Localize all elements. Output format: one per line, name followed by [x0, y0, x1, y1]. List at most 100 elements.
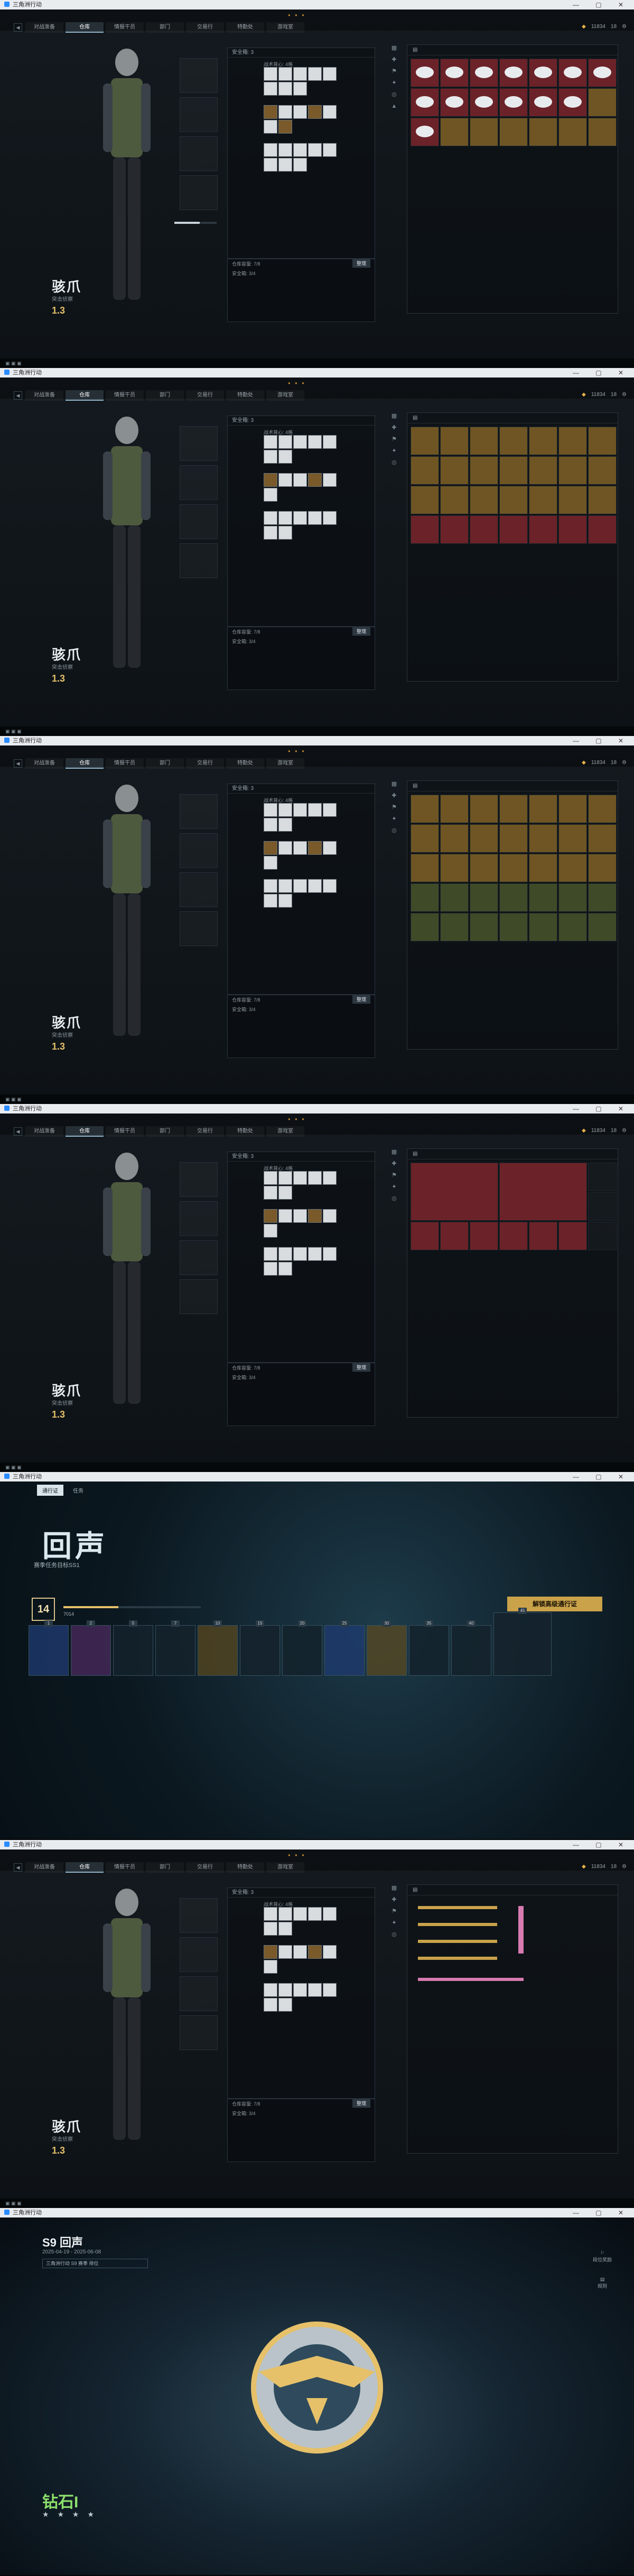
- item-cell[interactable]: [323, 1209, 337, 1223]
- filter-icon[interactable]: ⚑: [389, 1169, 399, 1181]
- item-cell[interactable]: [264, 818, 277, 832]
- item-cell[interactable]: [308, 1171, 322, 1185]
- storage-item[interactable]: [411, 795, 439, 823]
- storage-item[interactable]: [588, 456, 617, 485]
- window-controls[interactable]: — ▢ ✕: [573, 0, 631, 10]
- reward-item[interactable]: 20: [282, 1620, 322, 1676]
- sort-button[interactable]: 整理: [352, 259, 370, 268]
- reward-item[interactable]: 40: [451, 1620, 491, 1676]
- item-cell[interactable]: [278, 803, 292, 817]
- settings-icon[interactable]: ⚙: [622, 760, 627, 766]
- reward-item[interactable]: 35: [409, 1620, 449, 1676]
- storage-item[interactable]: [558, 854, 587, 882]
- storage-item[interactable]: [588, 59, 617, 87]
- storage-item[interactable]: [529, 88, 557, 117]
- tab-gameroom[interactable]: 游戏室: [266, 22, 304, 33]
- storage-item[interactable]: [529, 515, 557, 544]
- storage-item[interactable]: [440, 427, 469, 455]
- item-cell[interactable]: [264, 879, 277, 893]
- item-cell[interactable]: [278, 435, 292, 449]
- item-cell[interactable]: [278, 894, 292, 908]
- tab-gameroom[interactable]: 游戏室: [266, 758, 304, 769]
- storage-item[interactable]: [470, 88, 498, 117]
- item-cell[interactable]: [278, 450, 292, 464]
- item-cell[interactable]: [264, 1983, 277, 1997]
- filter-icon[interactable]: ✦: [389, 445, 399, 457]
- storage-item[interactable]: [588, 427, 617, 455]
- storage-item[interactable]: [470, 824, 498, 853]
- tab-gameroom[interactable]: 游戏室: [266, 1126, 304, 1137]
- storage-item[interactable]: [588, 1163, 617, 1191]
- filter-icon[interactable]: ◎: [389, 825, 399, 836]
- filter-icon[interactable]: ⚑: [389, 65, 399, 77]
- gear-slot[interactable]: [180, 2015, 218, 2050]
- storage-item[interactable]: [588, 1192, 617, 1221]
- settings-icon[interactable]: ⚙: [622, 24, 627, 30]
- storage-item[interactable]: [558, 59, 587, 87]
- item-cell[interactable]: [264, 526, 277, 540]
- reward-item[interactable]: 15: [240, 1620, 280, 1676]
- storage-item[interactable]: [470, 118, 498, 146]
- storage-item[interactable]: [558, 883, 587, 912]
- item-cell[interactable]: [264, 435, 277, 449]
- filter-icon[interactable]: ▦: [389, 1146, 399, 1158]
- item-cell[interactable]: [308, 1209, 322, 1223]
- storage-item[interactable]: [529, 486, 557, 514]
- storage-item[interactable]: [588, 795, 617, 823]
- gear-slot[interactable]: [180, 1240, 218, 1275]
- item-cell[interactable]: [278, 158, 292, 172]
- sort-button[interactable]: 整理: [352, 1363, 370, 1372]
- item-cell[interactable]: [323, 105, 337, 119]
- storage-item[interactable]: [499, 88, 528, 117]
- gear-slot[interactable]: [180, 97, 218, 132]
- item-cell[interactable]: [278, 1262, 292, 1276]
- filter-icon[interactable]: ▲: [389, 100, 399, 112]
- item-cell[interactable]: [323, 1171, 337, 1185]
- item-cell[interactable]: [323, 435, 337, 449]
- item-cell[interactable]: [323, 1247, 337, 1261]
- item-cell[interactable]: [293, 841, 307, 855]
- gear-slot[interactable]: [180, 175, 218, 210]
- storage-item[interactable]: [499, 824, 528, 853]
- storage-item[interactable]: [499, 515, 528, 544]
- tab-gameroom[interactable]: 游戏室: [266, 390, 304, 401]
- tab-tasks[interactable]: 任务: [68, 1485, 89, 1496]
- helmet-item[interactable]: [411, 1222, 439, 1250]
- item-cell[interactable]: [278, 473, 292, 487]
- storage-item[interactable]: [470, 515, 498, 544]
- item-cell[interactable]: [278, 511, 292, 525]
- item-cell[interactable]: [323, 803, 337, 817]
- filter-icon[interactable]: ✚: [389, 54, 399, 65]
- item-cell[interactable]: [293, 82, 307, 96]
- item-cell[interactable]: [264, 1262, 277, 1276]
- item-cell[interactable]: [264, 1224, 277, 1238]
- item-cell[interactable]: [293, 1209, 307, 1223]
- item-cell[interactable]: [308, 511, 322, 525]
- storage-item[interactable]: [588, 854, 617, 882]
- item-cell[interactable]: [293, 158, 307, 172]
- gear-slot[interactable]: [180, 504, 218, 539]
- storage-item[interactable]: [558, 795, 587, 823]
- item-cell[interactable]: [293, 1171, 307, 1185]
- storage-item[interactable]: [529, 824, 557, 853]
- gear-slot[interactable]: [180, 794, 218, 829]
- armor-item[interactable]: [499, 1163, 587, 1221]
- item-cell[interactable]: [323, 473, 337, 487]
- gear-slot[interactable]: [180, 911, 218, 946]
- item-cell[interactable]: [264, 1960, 277, 1974]
- storage-item[interactable]: [440, 515, 469, 544]
- storage-item[interactable]: [440, 824, 469, 853]
- item-cell[interactable]: [264, 1945, 277, 1959]
- storage-item[interactable]: [470, 486, 498, 514]
- item-cell[interactable]: [293, 511, 307, 525]
- filter-icon[interactable]: ✦: [389, 1917, 399, 1929]
- item-cell[interactable]: [308, 1945, 322, 1959]
- item-cell[interactable]: [293, 143, 307, 157]
- storage-item[interactable]: [411, 118, 439, 146]
- gear-slot[interactable]: [180, 58, 218, 93]
- item-cell[interactable]: [278, 526, 292, 540]
- storage-item[interactable]: [529, 59, 557, 87]
- item-cell[interactable]: [264, 803, 277, 817]
- storage-item[interactable]: [588, 88, 617, 117]
- item-cell[interactable]: [308, 1907, 322, 1921]
